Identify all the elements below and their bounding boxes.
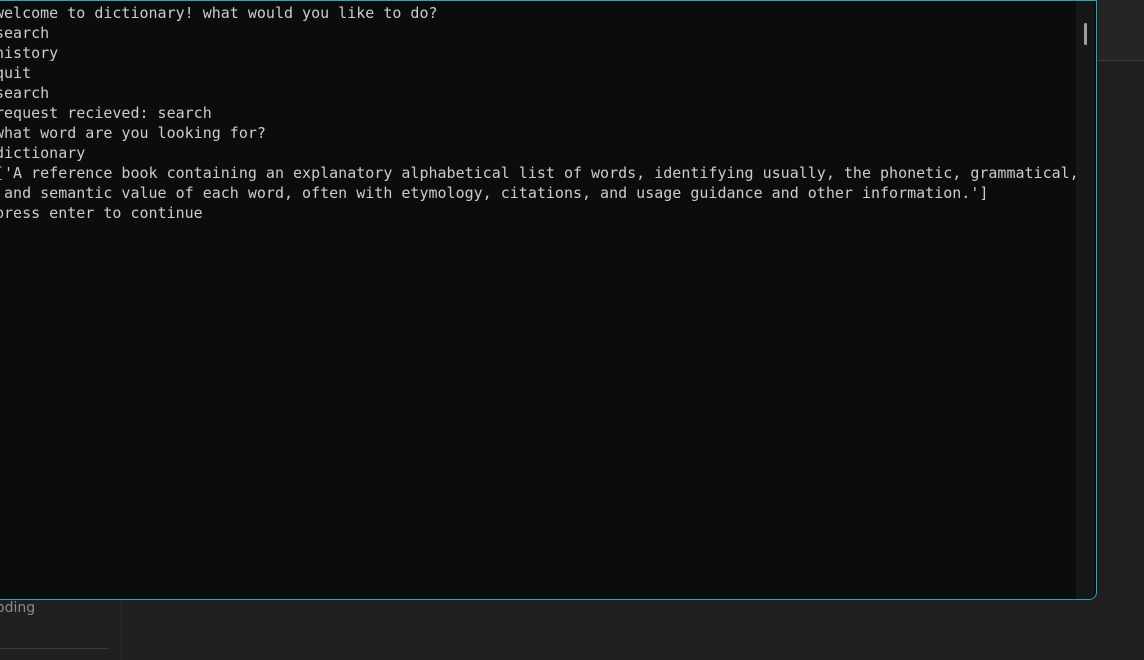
terminal-line: ['A reference book containing an explana… [0, 164, 1079, 182]
terminal-window[interactable]: welcome to dictionary! what would you li… [0, 0, 1097, 600]
terminal-line: dictionary [0, 144, 86, 162]
background-app-toolbar [1098, 0, 1144, 61]
terminal-output[interactable]: welcome to dictionary! what would you li… [0, 3, 1079, 223]
terminal-line: search [0, 84, 50, 102]
vertical-scrollbar[interactable] [1076, 1, 1094, 599]
terminal-line: quit [0, 64, 32, 82]
terminal-line: history [0, 44, 59, 62]
scrollbar-thumb[interactable] [1084, 23, 1087, 45]
sidebar-divider [0, 648, 109, 649]
terminal-line: request recieved: search [0, 104, 212, 122]
terminal-line: what word are you looking for? [0, 124, 266, 142]
terminal-line: and semantic value of each word, often w… [0, 184, 989, 202]
terminal-line: search [0, 24, 50, 42]
sidebar-item-label[interactable]: oding [0, 600, 35, 616]
terminal-line: press enter to continue [0, 204, 203, 222]
terminal-line: welcome to dictionary! what would you li… [0, 4, 438, 22]
